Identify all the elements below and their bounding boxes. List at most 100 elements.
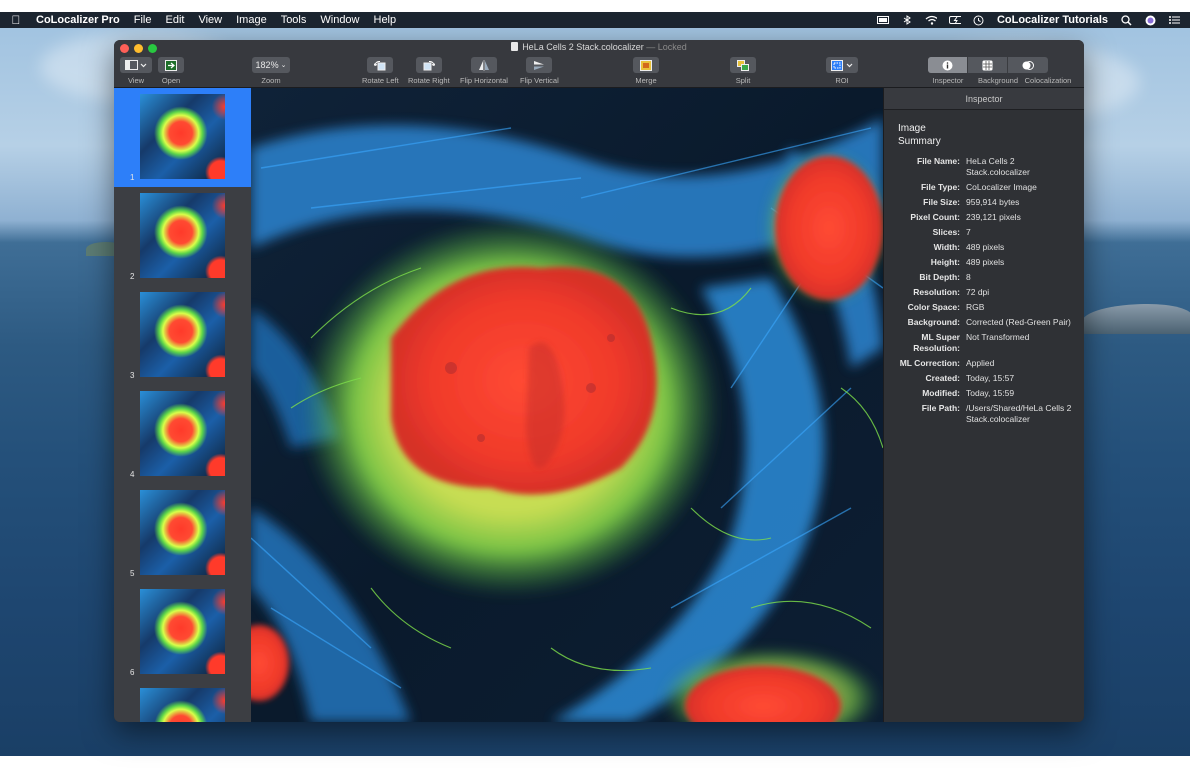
summary-value: Today, 15:59 xyxy=(966,388,1015,398)
apple-menu-icon[interactable]:  xyxy=(10,13,22,27)
tutorials-menu[interactable]: CoLocalizer Tutorials xyxy=(997,14,1108,26)
inspector-tab[interactable] xyxy=(928,57,968,73)
summary-row-height: Height: 489 pixels xyxy=(884,257,1084,268)
rotate-left-icon xyxy=(374,60,386,70)
split-control[interactable]: Split xyxy=(730,57,756,85)
slice-thumbnail[interactable]: 3 xyxy=(114,286,251,385)
roi-button[interactable] xyxy=(826,57,858,73)
merge-button[interactable] xyxy=(633,57,659,73)
summary-value: Today, 15:57 xyxy=(966,373,1015,383)
summary-row-pixel-count: Pixel Count: 239,121 pixels xyxy=(884,212,1084,223)
summary-key: Width: xyxy=(933,242,960,252)
summary-value: HeLa Cells 2 Stack.colocalizer xyxy=(966,156,1030,177)
slice-thumbnail[interactable]: 5 xyxy=(114,484,251,583)
rotate-right-control[interactable]: Rotate Right xyxy=(408,57,450,85)
view-button[interactable] xyxy=(120,57,152,73)
panel-segmented-control[interactable] xyxy=(928,57,1048,73)
control-center-icon[interactable] xyxy=(1168,15,1180,25)
summary-key: ML Super Resolution: xyxy=(913,332,960,353)
colocalization-tab[interactable] xyxy=(1008,57,1048,73)
slice-thumbnail[interactable]: 1 xyxy=(114,88,251,187)
rotate-left-control[interactable]: Rotate Left xyxy=(362,57,399,85)
island-right xyxy=(1082,304,1190,334)
siri-icon[interactable] xyxy=(1144,15,1156,25)
summary-key: Pixel Count: xyxy=(910,212,960,222)
app-menu[interactable]: CoLocalizer Pro xyxy=(36,14,120,26)
slice-thumbnail[interactable] xyxy=(114,682,251,722)
summary-key: Resolution: xyxy=(913,287,960,297)
inspector-tab-label: Inspector xyxy=(932,76,964,85)
rotate-right-button[interactable] xyxy=(415,57,442,73)
summary-key: ML Correction: xyxy=(899,358,960,368)
summary-title: Image Summary xyxy=(898,123,941,147)
sidebar-view-icon xyxy=(125,60,147,70)
summary-row-resolution: Resolution: 72 dpi xyxy=(884,287,1084,298)
panel-switcher[interactable]: Inspector Background Colocalization xyxy=(928,57,1073,85)
view-control[interactable]: View xyxy=(120,57,152,85)
slice-thumbnail[interactable]: 4 xyxy=(114,385,251,484)
colocalization-icon xyxy=(1022,60,1034,70)
slice-thumbnail[interactable]: 2 xyxy=(114,187,251,286)
menu-file[interactable]: File xyxy=(134,14,152,26)
summary-value: 239,121 pixels xyxy=(966,212,1021,222)
battery-icon[interactable] xyxy=(948,15,961,25)
rotate-left-button[interactable] xyxy=(367,57,394,73)
summary-value: /Users/Shared/HeLa Cells 2 Stack.colocal… xyxy=(966,403,1072,424)
summary-row-file-type: File Type: CoLocalizer Image xyxy=(884,182,1084,193)
summary-row-ml-super-resolution: ML Super Resolution: Not Transformed xyxy=(884,332,1084,354)
flip-horizontal-control[interactable]: Flip Horizontal xyxy=(460,57,508,85)
slice-thumbnail[interactable]: 6 xyxy=(114,583,251,682)
menu-help[interactable]: Help xyxy=(374,14,397,26)
summary-value: Not Transformed xyxy=(966,332,1030,342)
slice-image xyxy=(140,589,225,674)
background-tab[interactable] xyxy=(968,57,1008,73)
summary-key: Background: xyxy=(907,317,960,327)
slice-number: 1 xyxy=(130,173,135,182)
bluetooth-icon[interactable] xyxy=(901,15,913,25)
document-icon xyxy=(511,42,519,51)
open-button[interactable] xyxy=(158,57,184,73)
menu-edit[interactable]: Edit xyxy=(165,14,184,26)
open-control[interactable]: Open xyxy=(158,57,184,85)
summary-value: CoLocalizer Image xyxy=(966,182,1037,192)
image-canvas[interactable] xyxy=(251,88,883,722)
slice-number: 2 xyxy=(130,272,135,281)
summary-value: RGB xyxy=(966,302,985,312)
summary-row-background: Background: Corrected (Red-Green Pair) xyxy=(884,317,1084,328)
flip-vertical-button[interactable] xyxy=(526,57,553,73)
menu-bar:  CoLocalizer Pro File Edit View Image T… xyxy=(0,12,1190,28)
summary-row-file-size: File Size: 959,914 bytes xyxy=(884,197,1084,208)
flip-vertical-icon xyxy=(534,60,545,70)
inspector-panel: Inspector Image Summary File Name: HeLa C… xyxy=(883,88,1084,722)
grid-icon xyxy=(982,60,993,70)
wifi-icon[interactable] xyxy=(925,15,937,25)
spotlight-search-icon[interactable] xyxy=(1120,14,1132,26)
summary-row-file-name: File Name: HeLa Cells 2 Stack.colocalizer xyxy=(884,156,1084,178)
summary-value: 489 pixels xyxy=(966,242,1005,252)
flip-horizontal-button[interactable] xyxy=(470,57,497,73)
menu-tools[interactable]: Tools xyxy=(281,14,307,26)
roi-control[interactable]: ROI xyxy=(826,57,858,85)
summary-key: Slices: xyxy=(932,227,960,237)
zoom-dropdown[interactable]: 182% ⌄ xyxy=(252,57,290,73)
flip-vertical-control[interactable]: Flip Vertical xyxy=(520,57,559,85)
display-icon[interactable] xyxy=(876,15,889,25)
slice-sidebar[interactable]: 1 2 3 4 5 6 xyxy=(114,88,251,722)
menu-window[interactable]: Window xyxy=(320,14,359,26)
summary-value: Applied xyxy=(966,358,995,368)
menu-image[interactable]: Image xyxy=(236,14,267,26)
zoom-control[interactable]: 182% ⌄ Zoom xyxy=(252,57,290,85)
merge-control[interactable]: Merge xyxy=(633,57,659,85)
clock-icon[interactable] xyxy=(973,15,985,25)
split-button[interactable] xyxy=(730,57,756,73)
summary-row-file-path: File Path: /Users/Shared/HeLa Cells 2 Sta… xyxy=(884,403,1084,425)
menu-view[interactable]: View xyxy=(198,14,222,26)
open-label: Open xyxy=(161,76,181,85)
summary-value: 8 xyxy=(966,272,971,282)
cell-micrograph xyxy=(251,88,883,722)
flip-horizontal-label: Flip Horizontal xyxy=(460,76,508,85)
summary-key: File Path: xyxy=(921,403,960,413)
summary-key: Color Space: xyxy=(907,302,960,312)
slice-image xyxy=(140,688,225,722)
summary-key: Modified: xyxy=(922,388,960,398)
